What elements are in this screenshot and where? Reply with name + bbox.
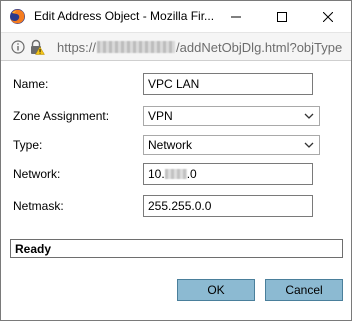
zone-assignment-label: Zone Assignment: [13,109,110,123]
dialog-content: Name: VPC LAN Zone Assignment: VPN Type:… [1,61,351,320]
type-label: Type: [13,138,43,152]
network-redacted [164,169,187,179]
url-text[interactable]: https:// /addNetObjDlg.html?objType [57,40,349,55]
close-button[interactable] [305,1,351,32]
type-value: Network [148,138,193,152]
close-icon [323,11,333,22]
zone-assignment-value: VPN [148,109,173,123]
maximize-icon [277,11,287,22]
minimize-button[interactable] [213,1,259,32]
url-prefix: https:// [57,40,97,55]
maximize-button[interactable] [259,1,305,32]
cancel-button[interactable]: Cancel [265,279,343,301]
netmask-label: Netmask: [13,199,64,213]
minimize-icon [231,16,241,17]
ok-button[interactable]: OK [177,279,255,301]
url-bar[interactable]: https:// /addNetObjDlg.html?objType [1,32,351,61]
dropdown-caret-icon [304,142,314,148]
network-input[interactable]: 10. .0 [143,163,313,185]
type-select[interactable]: Network [143,135,320,155]
info-icon[interactable] [11,40,25,54]
insecure-lock-icon[interactable] [29,39,45,55]
network-suffix: .0 [186,167,197,181]
firefox-logo-icon [10,9,25,24]
url-redacted-host [97,41,176,53]
netmask-input[interactable]: 255.255.0.0 [143,195,313,217]
title-bar: Edit Address Object - Mozilla Fir... [1,1,351,32]
name-label: Name: [13,77,49,91]
window-title: Edit Address Object - Mozilla Fir... [34,9,215,23]
dropdown-caret-icon [304,113,314,119]
name-input[interactable]: VPC LAN [143,73,313,95]
dialog-window: Edit Address Object - Mozilla Fir... htt… [0,0,352,321]
network-prefix: 10. [148,167,165,181]
zone-assignment-select[interactable]: VPN [143,106,320,126]
url-suffix: /addNetObjDlg.html?objType [176,40,343,55]
status-bar: Ready [10,239,343,258]
network-label: Network: [13,167,61,181]
